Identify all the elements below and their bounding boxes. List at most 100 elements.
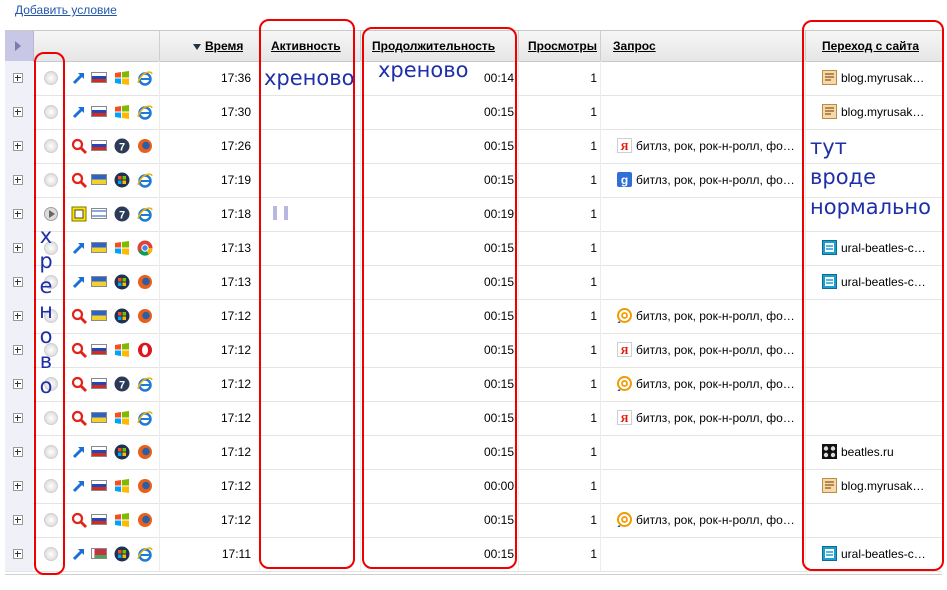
visit-duration: 00:15 xyxy=(483,445,514,459)
svg-text:Я: Я xyxy=(621,345,629,357)
table-row[interactable]: 17:12 00:15 1 Ябитлз, рок, рок-н-ролл, фо… xyxy=(5,333,942,368)
column-header-activity[interactable]: Активность xyxy=(271,39,341,53)
visit-time: 17:13 xyxy=(220,241,251,255)
visit-duration: 00:15 xyxy=(483,173,514,187)
page-views: 1 xyxy=(590,411,597,425)
visit-time: 17:12 xyxy=(220,377,251,391)
table-row[interactable]: 17:12 00:15 1 битлз, рок, рок-н-ролл, фо… xyxy=(5,299,942,334)
visit-time: 17:12 xyxy=(220,513,251,527)
visit-duration: 00:15 xyxy=(483,105,514,119)
visit-duration: 00:15 xyxy=(483,513,514,527)
page-views: 1 xyxy=(590,139,597,153)
activity-idle-icon[interactable] xyxy=(44,445,58,459)
activity-idle-icon[interactable] xyxy=(44,547,58,561)
search-query[interactable]: битлз, рок, рок-н-ролл, фо… xyxy=(636,309,806,323)
flag-ua-icon xyxy=(91,276,107,287)
row-expand-icon[interactable] xyxy=(13,447,23,457)
site-favicon xyxy=(822,240,837,255)
flag-ru-icon xyxy=(91,480,107,491)
table-row[interactable]: 17:11 00:15 1 ural-beatles-c… xyxy=(5,537,942,572)
table-row[interactable]: 17:36 00:14 1 blog.myrusak… xyxy=(5,61,942,96)
row-expand-icon[interactable] xyxy=(13,73,23,83)
table-row[interactable]: 17:19 00:15 1 g битлз, рок, рок-н-ролл, фо… xyxy=(5,163,942,198)
search-query[interactable]: битлз, рок, рок-н-ролл, фо… xyxy=(636,343,806,357)
row-expand-icon[interactable] xyxy=(13,379,23,389)
page-views: 1 xyxy=(590,479,597,493)
activity-idle-icon[interactable] xyxy=(44,173,58,187)
row-expand-icon[interactable] xyxy=(13,141,23,151)
search-query[interactable]: битлз, рок, рок-н-ролл, фо… xyxy=(636,513,806,527)
header-selector[interactable] xyxy=(5,31,34,61)
referrer-text[interactable]: ural-beatles-c… xyxy=(841,275,926,289)
table-row[interactable]: 17:12 00:15 1 Ябитлз, рок, рок-н-ролл, фо… xyxy=(5,401,942,436)
row-expand-icon[interactable] xyxy=(13,481,23,491)
activity-play-icon[interactable] xyxy=(44,207,58,221)
column-header-referrer[interactable]: Переход с сайта xyxy=(822,39,919,53)
table-row[interactable]: 17:12 00:15 1 битлз, рок, рок-н-ролл, фо… xyxy=(5,503,942,538)
column-header-duration[interactable]: Продолжительность xyxy=(372,39,495,53)
page-views: 1 xyxy=(590,241,597,255)
site-favicon xyxy=(822,546,837,561)
referrer-text[interactable]: ural-beatles-c… xyxy=(841,241,926,255)
visit-duration: 00:15 xyxy=(483,309,514,323)
table-row[interactable]: 17:12 00:15 1 beatles.ru xyxy=(5,435,942,470)
table-row[interactable]: 17:30 00:15 1 blog.myrusak… xyxy=(5,95,942,130)
visit-duration: 00:00 xyxy=(483,479,514,493)
row-expand-icon[interactable] xyxy=(13,107,23,117)
table-row[interactable]: 17:12 00:00 1 blog.myrusak… xyxy=(5,469,942,504)
referrer-text[interactable]: beatles.ru xyxy=(841,445,894,459)
row-expand-icon[interactable] xyxy=(13,549,23,559)
add-condition-link[interactable]: Добавить условие xyxy=(15,3,117,17)
referrer-text[interactable]: blog.myrusak… xyxy=(841,71,924,85)
page-views: 1 xyxy=(590,207,597,221)
page-views: 1 xyxy=(590,309,597,323)
activity-idle-icon[interactable] xyxy=(44,479,58,493)
svg-text:7: 7 xyxy=(119,142,125,154)
page-views: 1 xyxy=(590,343,597,357)
activity-idle-icon[interactable] xyxy=(44,513,58,527)
visit-time: 17:36 xyxy=(220,71,251,85)
blog-favicon xyxy=(822,478,837,493)
svg-text:7: 7 xyxy=(119,380,125,392)
row-expand-icon[interactable] xyxy=(13,515,23,525)
annotation-note-vertical: хреново xyxy=(39,224,53,398)
row-expand-icon[interactable] xyxy=(13,175,23,185)
table-row[interactable]: 7 17:12 00:15 1 битлз, рок, рок-н-ролл, фо… xyxy=(5,367,942,402)
flag-il-icon xyxy=(91,208,107,219)
google-icon: g xyxy=(617,172,632,187)
search-query[interactable]: битлз, рок, рок-н-ролл, фо… xyxy=(636,377,806,391)
column-header-query[interactable]: Запрос xyxy=(613,39,656,53)
activity-idle-icon[interactable] xyxy=(44,411,58,425)
row-expand-icon[interactable] xyxy=(13,243,23,253)
table-row[interactable]: 17:13 00:15 1 ural-beatles-c… xyxy=(5,265,942,300)
svg-text:Я: Я xyxy=(621,413,629,425)
row-expand-icon[interactable] xyxy=(13,277,23,287)
visit-time: 17:19 xyxy=(220,173,251,187)
table-row[interactable]: 7 17:26 00:15 1 Ябитлз, рок, рок-н-ролл, фо… xyxy=(5,129,942,164)
visit-time: 17:13 xyxy=(220,275,251,289)
flag-ua-icon xyxy=(91,310,107,321)
row-expand-icon[interactable] xyxy=(13,209,23,219)
svg-text:Я: Я xyxy=(621,141,629,153)
table-row[interactable]: 17:13 00:15 1 ural-beatles-c… xyxy=(5,231,942,266)
beatles-favicon xyxy=(822,444,837,459)
flag-ru-icon xyxy=(91,514,107,525)
activity-idle-icon[interactable] xyxy=(44,139,58,153)
column-header-time[interactable]: Время xyxy=(193,39,243,53)
search-query[interactable]: битлз, рок, рок-н-ролл, фо… xyxy=(636,139,806,153)
annotation-note-duration: хреново xyxy=(378,58,469,82)
referrer-text[interactable]: ural-beatles-c… xyxy=(841,547,926,561)
expand-all-icon[interactable] xyxy=(15,41,21,51)
table-row[interactable]: 7 17:18 00:19 1 xyxy=(5,197,942,232)
row-expand-icon[interactable] xyxy=(13,345,23,355)
referrer-text[interactable]: blog.myrusak… xyxy=(841,479,924,493)
column-header-views[interactable]: Просмотры xyxy=(528,39,598,53)
referrer-text[interactable]: blog.myrusak… xyxy=(841,105,924,119)
search-query[interactable]: битлз, рок, рок-н-ролл, фо… xyxy=(636,173,806,187)
row-expand-icon[interactable] xyxy=(13,413,23,423)
activity-idle-icon[interactable] xyxy=(44,105,58,119)
activity-idle-icon[interactable] xyxy=(44,71,58,85)
row-expand-icon[interactable] xyxy=(13,311,23,321)
search-query[interactable]: битлз, рок, рок-н-ролл, фо… xyxy=(636,411,806,425)
visit-duration: 00:15 xyxy=(483,275,514,289)
